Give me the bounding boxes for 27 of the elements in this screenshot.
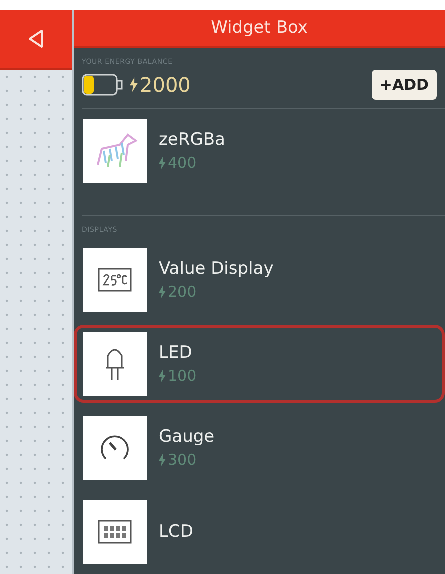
battery-icon — [82, 73, 124, 97]
energy-icon — [159, 286, 166, 298]
widget-item[interactable]: Value Display 200 — [74, 241, 445, 319]
widget-name: zeRGBa — [159, 130, 226, 150]
widget-price: 400 — [168, 154, 197, 172]
header-title: Widget Box — [211, 18, 308, 38]
widget-price: 100 — [168, 367, 197, 385]
back-icon — [27, 29, 45, 49]
widget-item[interactable]: zeRGBa 400 — [74, 112, 445, 190]
back-button[interactable] — [0, 10, 72, 70]
energy-icon — [130, 77, 138, 93]
widget-item[interactable]: Gauge 300 — [74, 409, 445, 487]
widget-name: Value Display — [159, 259, 274, 279]
widget-name: LED — [159, 343, 194, 363]
widget-price: 300 — [168, 451, 197, 469]
widget-item[interactable]: LED 100 — [74, 325, 445, 403]
energy-icon — [159, 156, 166, 170]
add-button[interactable]: +ADD — [372, 70, 437, 100]
energy-icon — [159, 370, 166, 382]
widget-price: 200 — [168, 283, 197, 301]
widget-item[interactable]: LCD — [74, 493, 445, 571]
temperature-display-icon — [98, 268, 132, 292]
widget-name: LCD — [159, 522, 194, 542]
lcd-icon — [98, 520, 132, 544]
energy-icon — [159, 454, 166, 466]
widget-name: Gauge — [159, 427, 215, 447]
energy-amount: 2000 — [140, 73, 191, 97]
